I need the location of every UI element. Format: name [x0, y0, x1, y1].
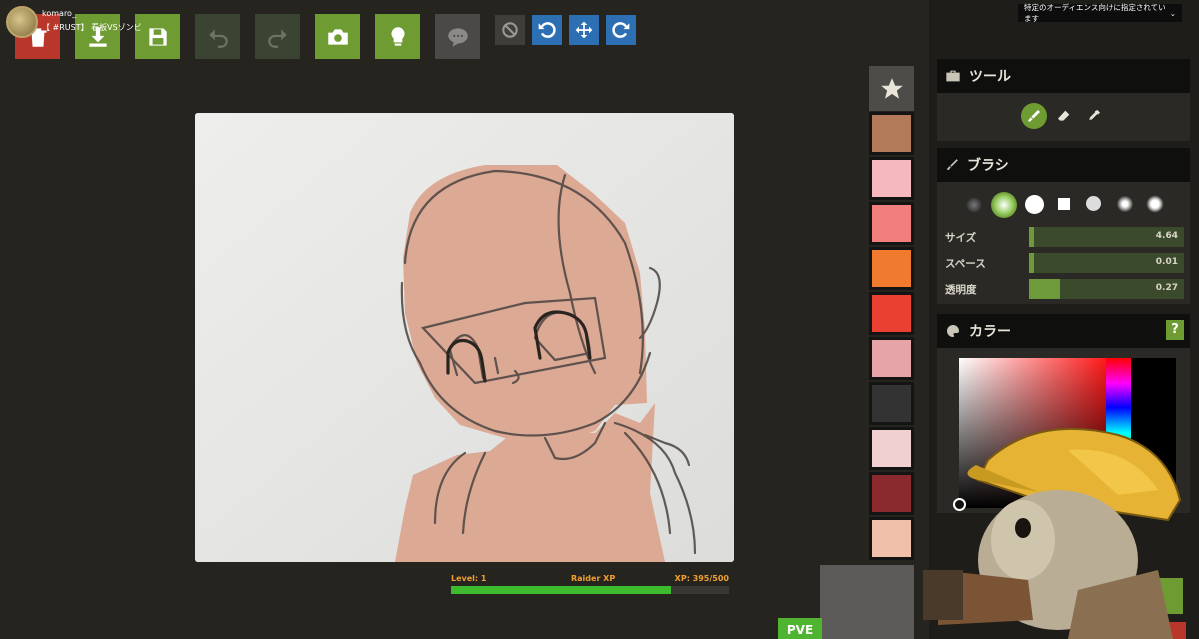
redo-icon: [267, 28, 287, 48]
rotate-left-button[interactable]: [532, 15, 562, 45]
avatar[interactable]: [6, 6, 38, 38]
camera-button[interactable]: [315, 14, 360, 59]
redo-button[interactable]: [255, 14, 300, 59]
color-swatch[interactable]: [869, 382, 914, 425]
spacing-slider[interactable]: スペース 0.01: [937, 253, 1190, 273]
rotate-right-button[interactable]: [606, 15, 636, 45]
opacity-fill: [1029, 279, 1060, 299]
soft-round-tip[interactable]: [966, 197, 982, 213]
eyedropper-tool-button[interactable]: [1081, 103, 1107, 129]
opacity-slider[interactable]: 透明度 0.27: [937, 279, 1190, 299]
spacing-fill: [1029, 253, 1034, 273]
brush-preview: [820, 565, 914, 639]
save-icon: [148, 27, 167, 46]
size-track[interactable]: 4.64: [1029, 227, 1184, 247]
move-button[interactable]: [569, 15, 599, 45]
color-swatch[interactable]: [869, 292, 914, 335]
size-slider[interactable]: サイズ 4.64: [937, 227, 1190, 247]
chat-button[interactable]: [435, 14, 480, 59]
drawing-canvas[interactable]: [195, 113, 734, 562]
prohibit-icon: [502, 22, 518, 38]
palette-icon: [947, 325, 959, 337]
chevron-down-icon: ⌄: [1169, 8, 1176, 18]
hard-round-tip[interactable]: [1025, 195, 1044, 214]
color-swatch[interactable]: [869, 337, 914, 380]
xp-track: [451, 586, 729, 594]
save-button[interactable]: [135, 14, 180, 59]
brush-header: ブラシ: [937, 148, 1190, 182]
stream-title[interactable]: 【 #RUST】 看板VSゾンビ: [42, 22, 142, 33]
brush-tool-button[interactable]: [1021, 103, 1047, 129]
paintbrush-icon: [946, 159, 958, 171]
favorites-button[interactable]: [869, 66, 914, 111]
color-swatch[interactable]: [869, 247, 914, 290]
color-help-button[interactable]: ?: [1166, 320, 1184, 340]
color-title: カラー: [969, 324, 1011, 340]
color-header: カラー: [937, 314, 1190, 348]
eyedropper-tool-icon: [1089, 110, 1100, 120]
color-swatch[interactable]: [869, 427, 914, 470]
color-swatch[interactable]: [869, 517, 914, 560]
color-swatch[interactable]: [869, 202, 914, 245]
size-fill: [1029, 227, 1034, 247]
xp-value: XP: 395/500: [674, 574, 729, 583]
sketch-artwork: [195, 113, 734, 562]
mascot-overlay: [923, 427, 1182, 639]
eraser-tool-button[interactable]: [1051, 103, 1077, 129]
chat-bubble-icon: [447, 27, 468, 47]
toolbox-icon: [946, 70, 960, 82]
rotate-right-icon: [612, 22, 630, 38]
color-swatch[interactable]: [869, 157, 914, 200]
brush-title: ブラシ: [967, 158, 1009, 174]
lightbulb-icon: [390, 26, 405, 46]
undo-button[interactable]: [195, 14, 240, 59]
size-label: サイズ: [945, 232, 977, 244]
channel-name[interactable]: komaro_: [42, 9, 76, 18]
channel-badge: komaro_ 【 #RUST】 看板VSゾンビ: [6, 6, 142, 42]
undo-icon: [208, 28, 228, 48]
xp-bar: Level: 1 Raider XP XP: 395/500: [450, 572, 730, 596]
spacing-value: 0.01: [1155, 257, 1178, 267]
color-swatch[interactable]: [869, 112, 914, 155]
color-swatch[interactable]: [869, 472, 914, 515]
square-tip[interactable]: [1058, 198, 1070, 210]
spacing-label: スペース: [945, 258, 986, 270]
tools-header: ツール: [937, 59, 1190, 93]
rough-round-tip[interactable]: [1086, 196, 1101, 211]
glow-round-tip[interactable]: [991, 192, 1017, 218]
move-icon: [575, 21, 593, 39]
burst-tip[interactable]: [1146, 195, 1164, 213]
star-icon: [880, 77, 903, 99]
audience-dropdown[interactable]: 特定のオーディエンス向けに指定されています ⌄: [1018, 3, 1182, 23]
xp-title: Raider XP: [571, 574, 616, 583]
pve-badge: PVE: [778, 618, 822, 639]
level-label: Level: 1: [451, 574, 487, 583]
xp-fill: [451, 586, 671, 594]
camera-icon: [327, 28, 348, 45]
rotate-left-icon: [538, 22, 556, 38]
spacing-track[interactable]: 0.01: [1029, 253, 1184, 273]
eraser-tool-icon: [1058, 110, 1070, 121]
tools-title: ツール: [969, 69, 1011, 85]
block-button[interactable]: [495, 15, 525, 45]
audience-label: 特定のオーディエンス向けに指定されています: [1024, 3, 1166, 23]
brush-tool-icon: [1028, 110, 1040, 122]
opacity-value: 0.27: [1155, 283, 1178, 293]
hint-button[interactable]: [375, 14, 420, 59]
size-value: 4.64: [1155, 231, 1178, 241]
opacity-track[interactable]: 0.27: [1029, 279, 1184, 299]
splatter-tip[interactable]: [1116, 195, 1134, 213]
opacity-label: 透明度: [945, 284, 977, 296]
